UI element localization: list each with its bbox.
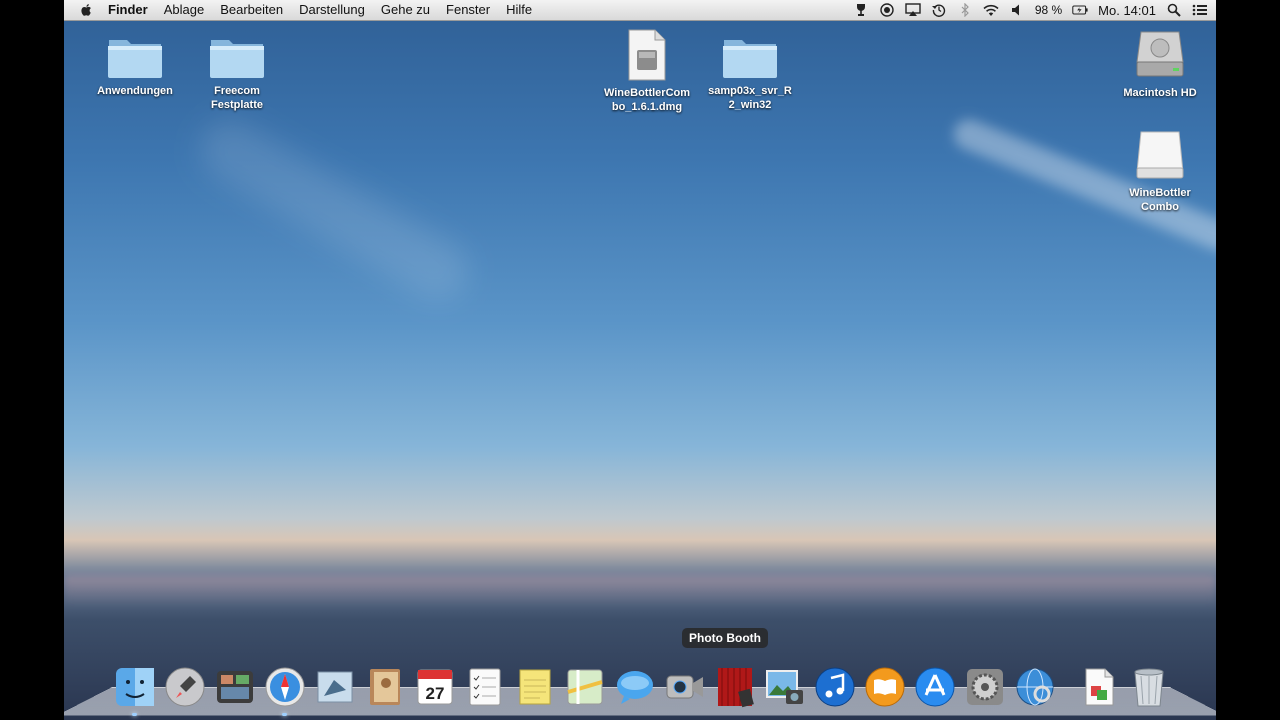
mounted-volume-icon xyxy=(1136,131,1184,179)
menu-ablage[interactable]: Ablage xyxy=(156,0,212,20)
desktop-icon-label: Freecom Festplatte xyxy=(211,85,263,111)
dock-ibooks[interactable] xyxy=(862,664,908,710)
dock-itunes[interactable] xyxy=(812,664,858,710)
dock-trash[interactable] xyxy=(1126,664,1172,710)
dock: 27 xyxy=(112,660,1172,716)
dock-safari[interactable] xyxy=(262,664,308,716)
menu-bearbeiten[interactable]: Bearbeiten xyxy=(212,0,291,20)
dmg-file-icon xyxy=(628,29,666,81)
wallpaper-horizon xyxy=(64,575,1216,605)
desktop-icon-label: Anwendungen xyxy=(97,85,173,97)
menu-darstellung[interactable]: Darstellung xyxy=(291,0,373,20)
dock-iphoto[interactable] xyxy=(762,664,808,710)
photo-booth-icon xyxy=(718,668,754,708)
dock-mail[interactable] xyxy=(312,664,358,710)
calendar-day: 27 xyxy=(426,684,445,703)
dock-photo-booth[interactable] xyxy=(712,664,758,710)
desktop-icon-winebottler-dmg[interactable]: WineBottlerCom bo_1.6.1.dmg xyxy=(592,28,702,114)
clock[interactable]: Mo. 14:01 xyxy=(1098,3,1156,18)
itunes-icon xyxy=(815,667,855,707)
mission-control-icon xyxy=(217,671,253,703)
dock-network-utility[interactable] xyxy=(1012,664,1058,710)
launchpad-icon xyxy=(165,667,205,707)
calendar-icon: 27 xyxy=(417,669,453,705)
airplay-icon[interactable] xyxy=(905,3,921,17)
document-icon xyxy=(1085,668,1114,706)
mail-icon xyxy=(317,671,353,703)
time-machine-icon[interactable] xyxy=(931,3,947,17)
desktop-icon-label: samp03x_svr_R 2_win32 xyxy=(708,85,792,111)
menu-finder[interactable]: Finder xyxy=(100,0,156,20)
wifi-icon[interactable] xyxy=(983,3,999,17)
maps-icon xyxy=(567,669,603,705)
desktop-icon-label: Macintosh HD xyxy=(1123,87,1197,99)
dock-document[interactable] xyxy=(1076,664,1122,710)
menu-fenster[interactable]: Fenster xyxy=(438,0,498,20)
battery-percent[interactable]: 98 % xyxy=(1035,3,1062,17)
safari-icon xyxy=(265,667,305,707)
dock-notes[interactable] xyxy=(512,664,558,710)
ibooks-icon xyxy=(865,667,905,707)
messages-icon xyxy=(617,671,653,704)
folder-icon xyxy=(723,40,777,78)
menu-bar: Finder Ablage Bearbeiten Darstellung Geh… xyxy=(64,0,1216,21)
dock-maps[interactable] xyxy=(562,664,608,710)
status-area: 98 % Mo. 14:01 xyxy=(853,0,1208,20)
facetime-icon xyxy=(666,675,703,699)
app-store-icon xyxy=(915,667,955,707)
record-icon[interactable] xyxy=(879,3,895,17)
dock-mission-control[interactable] xyxy=(212,664,258,710)
iphoto-icon xyxy=(766,670,803,704)
menu-hilfe[interactable]: Hilfe xyxy=(498,0,540,20)
wallpaper-cloud xyxy=(189,109,479,311)
bluetooth-icon[interactable] xyxy=(957,3,973,17)
menu-gehe-zu[interactable]: Gehe zu xyxy=(373,0,438,20)
dock-system-preferences[interactable] xyxy=(962,664,1008,710)
running-indicator xyxy=(282,713,287,716)
notes-icon xyxy=(519,669,551,705)
folder-icon xyxy=(210,40,264,78)
dock-contacts[interactable] xyxy=(362,664,408,710)
desktop-icon-winebottler-combo[interactable]: WineBottler Combo xyxy=(1105,128,1215,214)
reminders-icon xyxy=(469,668,501,706)
desktop-icon-samp03x-folder[interactable]: samp03x_svr_R 2_win32 xyxy=(695,34,805,112)
desktop-icon-label: WineBottlerCom bo_1.6.1.dmg xyxy=(603,87,691,113)
globe-icon xyxy=(1016,668,1054,706)
battery-icon[interactable] xyxy=(1072,3,1088,17)
desktop[interactable]: Finder Ablage Bearbeiten Darstellung Geh… xyxy=(64,0,1216,720)
volume-icon[interactable] xyxy=(1009,3,1025,17)
dock-finder[interactable] xyxy=(112,664,158,716)
notification-center-icon[interactable] xyxy=(1192,3,1208,17)
contacts-icon xyxy=(370,669,400,705)
spotlight-icon[interactable] xyxy=(1166,3,1182,17)
dock-messages[interactable] xyxy=(612,664,658,710)
wine-glass-icon[interactable] xyxy=(853,3,869,17)
gear-icon xyxy=(967,669,1003,705)
dock-reminders[interactable] xyxy=(462,664,508,710)
dock-tooltip: Photo Booth xyxy=(682,628,768,648)
folder-icon xyxy=(108,40,162,78)
desktop-icon-macintosh-hd[interactable]: Macintosh HD xyxy=(1105,28,1215,100)
dock-app-store[interactable] xyxy=(912,664,958,710)
finder-icon xyxy=(116,668,154,706)
dock-launchpad[interactable] xyxy=(162,664,208,710)
apple-icon[interactable] xyxy=(80,3,94,17)
dock-calendar[interactable]: 27 xyxy=(412,664,458,710)
desktop-icon-anwendungen[interactable]: Anwendungen xyxy=(80,34,190,98)
running-indicator xyxy=(132,713,137,716)
desktop-icon-freecom-festplatte[interactable]: Freecom Festplatte xyxy=(182,34,292,112)
dock-facetime[interactable] xyxy=(662,664,708,710)
hard-drive-icon xyxy=(1136,31,1184,77)
trash-icon xyxy=(1134,668,1164,707)
desktop-icon-label: WineBottler Combo xyxy=(1129,187,1191,213)
